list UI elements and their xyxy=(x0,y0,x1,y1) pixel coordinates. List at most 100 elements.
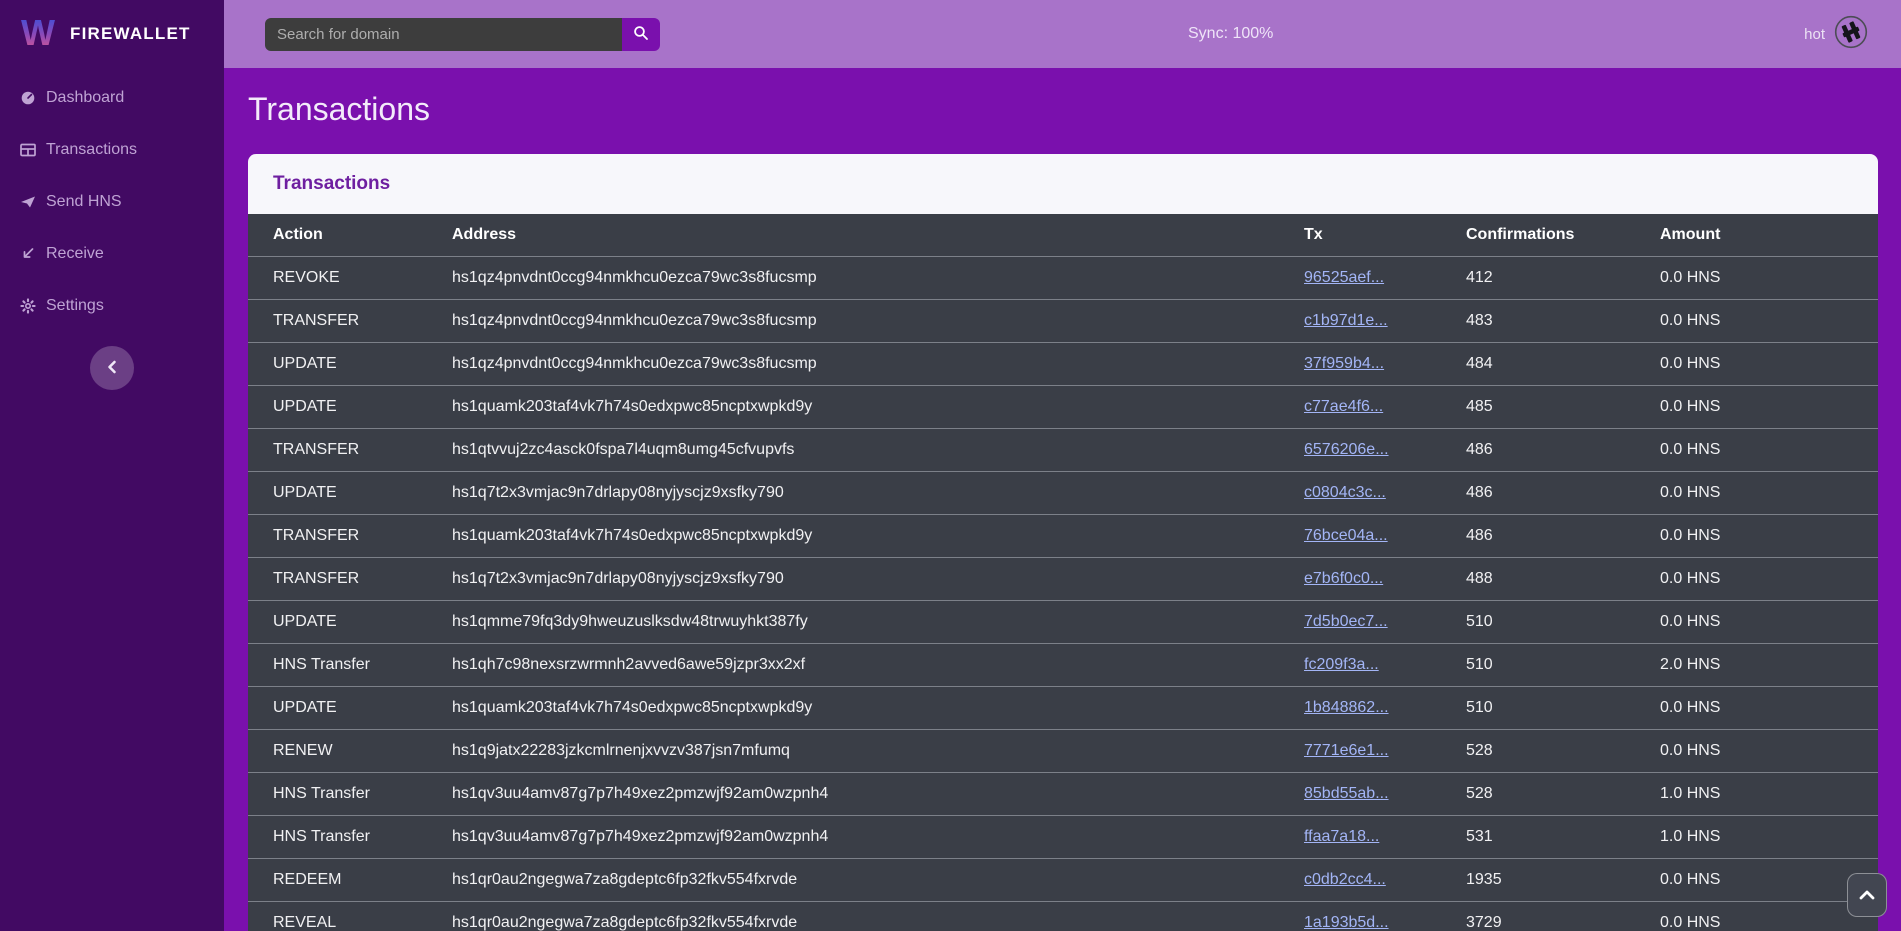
confirmations-cell: 1935 xyxy=(1441,859,1635,902)
table-body: REVOKE hs1qz4pnvdnt0ccg94nmkhcu0ezca79wc… xyxy=(248,257,1878,931)
tx-link[interactable]: 85bd55ab... xyxy=(1304,785,1389,802)
sidebar-item-label: Receive xyxy=(46,245,104,263)
address-cell: hs1qv3uu4amv87g7p7h49xez2pmzwjf92am0wzpn… xyxy=(427,773,1279,816)
sidebar-nav: Dashboard Transactions S xyxy=(0,68,224,332)
amount-cell: 0.0 HNS xyxy=(1635,257,1878,300)
confirmations-cell: 412 xyxy=(1441,257,1635,300)
amount-cell: 0.0 HNS xyxy=(1635,386,1878,429)
sidebar-item-dashboard[interactable]: Dashboard xyxy=(0,72,224,124)
table-row: UPDATE hs1q7t2x3vmjac9n7drlapy08nyjyscjz… xyxy=(248,472,1878,515)
tx-link[interactable]: 96525aef... xyxy=(1304,269,1384,286)
table-row: UPDATE hs1quamk203taf4vk7h74s0edxpwc85nc… xyxy=(248,687,1878,730)
sidebar-item-label: Send HNS xyxy=(46,193,122,211)
chevron-up-icon xyxy=(1859,888,1875,903)
amount-cell: 0.0 HNS xyxy=(1635,558,1878,601)
action-cell: TRANSFER xyxy=(248,429,427,472)
address-cell: hs1quamk203taf4vk7h74s0edxpwc85ncptxwpkd… xyxy=(427,386,1279,429)
wallet-name: hot xyxy=(1804,26,1825,43)
brand-name: FIREWALLET xyxy=(70,24,191,44)
card-header: Transactions xyxy=(248,154,1878,214)
amount-cell: 0.0 HNS xyxy=(1635,300,1878,343)
sidebar-item-send-hns[interactable]: Send HNS xyxy=(0,176,224,228)
confirmations-cell: 528 xyxy=(1441,730,1635,773)
tx-link[interactable]: 76bce04a... xyxy=(1304,527,1388,544)
table-row: REDEEM hs1qr0au2ngegwa7za8gdeptc6fp32fkv… xyxy=(248,859,1878,902)
amount-cell: 0.0 HNS xyxy=(1635,687,1878,730)
sync-status: Sync: 100% xyxy=(1188,0,1273,68)
scroll-to-top-button[interactable] xyxy=(1847,873,1887,917)
action-cell: UPDATE xyxy=(248,687,427,730)
confirmations-cell: 486 xyxy=(1441,472,1635,515)
tx-link[interactable]: 37f959b4... xyxy=(1304,355,1384,372)
address-cell: hs1qz4pnvdnt0ccg94nmkhcu0ezca79wc3s8fucs… xyxy=(427,343,1279,386)
tx-link[interactable]: c1b97d1e... xyxy=(1304,312,1388,329)
search-icon xyxy=(633,25,649,44)
sidebar: W FIREWALLET Dashboard xyxy=(0,0,224,931)
amount-cell: 1.0 HNS xyxy=(1635,773,1878,816)
action-cell: UPDATE xyxy=(248,386,427,429)
receive-icon xyxy=(20,246,36,262)
confirmations-cell: 510 xyxy=(1441,687,1635,730)
handshake-logo-icon xyxy=(1834,15,1868,54)
amount-cell: 0.0 HNS xyxy=(1635,343,1878,386)
address-cell: hs1qr0au2ngegwa7za8gdeptc6fp32fkv554fxrv… xyxy=(427,859,1279,902)
page-title: Transactions xyxy=(248,93,1878,125)
tx-link[interactable]: 1b848862... xyxy=(1304,699,1389,716)
tx-link[interactable]: 7771e6e1... xyxy=(1304,742,1389,759)
table-row: HNS Transfer hs1qh7c98nexsrzwrmnh2avved6… xyxy=(248,644,1878,687)
tx-link[interactable]: 7d5b0ec7... xyxy=(1304,613,1388,630)
address-cell: hs1qz4pnvdnt0ccg94nmkhcu0ezca79wc3s8fucs… xyxy=(427,257,1279,300)
confirmations-cell: 528 xyxy=(1441,773,1635,816)
tx-link[interactable]: c0804c3c... xyxy=(1304,484,1386,501)
confirmations-cell: 484 xyxy=(1441,343,1635,386)
table-header-row: Action Address Tx Confirmations Amount xyxy=(248,214,1878,257)
confirmations-cell: 531 xyxy=(1441,816,1635,859)
sidebar-item-transactions[interactable]: Transactions xyxy=(0,124,224,176)
sidebar-item-settings[interactable]: Settings xyxy=(0,280,224,332)
address-cell: hs1q7t2x3vmjac9n7drlapy08nyjyscjz9xsfky7… xyxy=(427,472,1279,515)
action-cell: REVEAL xyxy=(248,902,427,931)
address-cell: hs1qh7c98nexsrzwrmnh2avved6awe59jzpr3xx2… xyxy=(427,644,1279,687)
table-row: REVOKE hs1qz4pnvdnt0ccg94nmkhcu0ezca79wc… xyxy=(248,257,1878,300)
amount-cell: 0.0 HNS xyxy=(1635,515,1878,558)
address-cell: hs1q9jatx22283jzkcmlrnenjxvvzv387jsn7mfu… xyxy=(427,730,1279,773)
sidebar-item-label: Settings xyxy=(46,297,104,315)
action-cell: REVOKE xyxy=(248,257,427,300)
table-row: TRANSFER hs1qtvvuj2zc4asck0fspa7l4uqm8um… xyxy=(248,429,1878,472)
transactions-table: Action Address Tx Confirmations Amount R… xyxy=(248,214,1878,931)
tx-link[interactable]: c0db2cc4... xyxy=(1304,871,1386,888)
confirmations-cell: 486 xyxy=(1441,515,1635,558)
column-header-action: Action xyxy=(248,214,427,257)
action-cell: REDEEM xyxy=(248,859,427,902)
app-window: W FIREWALLET Dashboard xyxy=(0,0,1901,931)
action-cell: HNS Transfer xyxy=(248,816,427,859)
address-cell: hs1qtvvuj2zc4asck0fspa7l4uqm8umg45cfvupv… xyxy=(427,429,1279,472)
tx-link[interactable]: e7b6f0c0... xyxy=(1304,570,1383,587)
tx-link[interactable]: fc209f3a... xyxy=(1304,656,1379,673)
settings-icon xyxy=(20,298,36,314)
amount-cell: 0.0 HNS xyxy=(1635,902,1878,931)
sidebar-item-receive[interactable]: Receive xyxy=(0,228,224,280)
action-cell: TRANSFER xyxy=(248,515,427,558)
transactions-icon xyxy=(20,142,36,158)
confirmations-cell: 485 xyxy=(1441,386,1635,429)
sidebar-collapse-button[interactable] xyxy=(90,346,134,390)
amount-cell: 0.0 HNS xyxy=(1635,429,1878,472)
table-row: HNS Transfer hs1qv3uu4amv87g7p7h49xez2pm… xyxy=(248,816,1878,859)
tx-link[interactable]: 6576206e... xyxy=(1304,441,1389,458)
wallet-menu[interactable]: hot xyxy=(1804,0,1868,68)
sidebar-item-label: Dashboard xyxy=(46,89,124,107)
tx-link[interactable]: 1a193b5d... xyxy=(1304,914,1389,931)
address-cell: hs1qmme79fq3dy9hweuzuslksdw48trwuyhkt387… xyxy=(427,601,1279,644)
search-input[interactable] xyxy=(265,18,622,51)
confirmations-cell: 486 xyxy=(1441,429,1635,472)
send-icon xyxy=(20,194,36,210)
tx-link[interactable]: ffaa7a18... xyxy=(1304,828,1379,845)
search-button[interactable] xyxy=(622,18,660,51)
brand[interactable]: W FIREWALLET xyxy=(0,0,224,68)
confirmations-cell: 3729 xyxy=(1441,902,1635,931)
action-cell: UPDATE xyxy=(248,343,427,386)
sidebar-item-label: Transactions xyxy=(46,141,137,159)
amount-cell: 1.0 HNS xyxy=(1635,816,1878,859)
tx-link[interactable]: c77ae4f6... xyxy=(1304,398,1383,415)
